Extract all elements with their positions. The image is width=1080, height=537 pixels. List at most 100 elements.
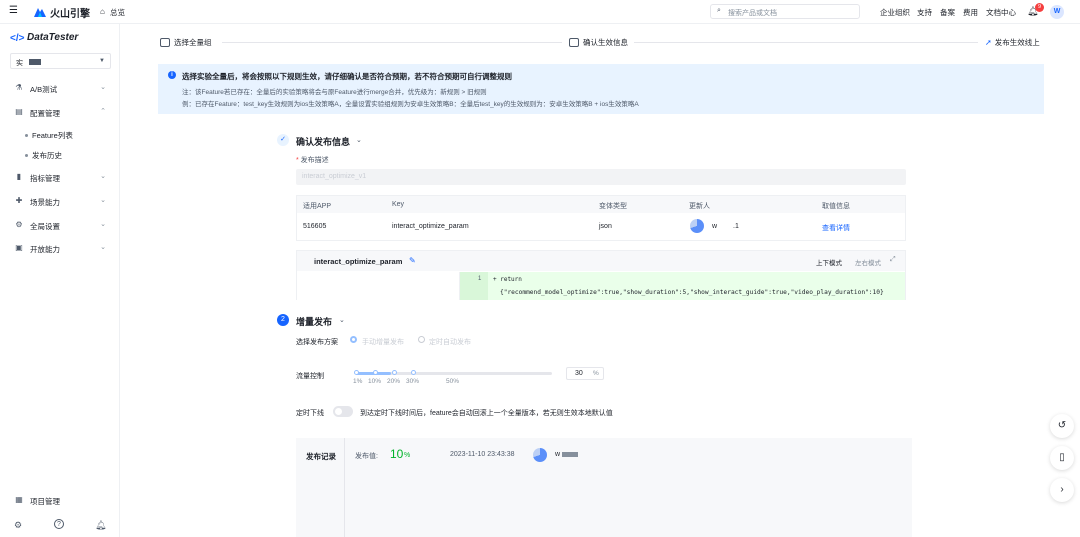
sidebar-item-label: 开放能力 [30,245,60,254]
radio-auto-label: 定时自动发布 [429,339,471,346]
traffic-label: 流量控制 [296,373,324,380]
record-divider [344,438,345,537]
mode-leftright-button[interactable]: 左右模式 [855,257,881,267]
instance-select[interactable]: 实 ▼ [10,53,111,69]
plan-label: 选择发布方案 [296,339,338,346]
chevron-down-icon: ⌄ [100,173,106,180]
chevron-down-icon[interactable]: ⌄ [356,136,362,144]
sidebar-item-label: A/B测试 [30,85,58,94]
traffic-input[interactable]: 30 % [566,367,604,380]
view-details-link[interactable]: 查看详情 [822,223,850,233]
search-placeholder: 搜索产品或文档 [728,10,777,17]
nav-docs[interactable]: 文档中心 [986,7,1016,18]
sidebar-item-label: 项目管理 [30,497,60,506]
sidebar-item-scenarios[interactable]: ✚ 场景能力 ⌄ [14,195,110,209]
radio-auto[interactable] [418,336,425,343]
brand-name[interactable]: 火山引擎 [50,5,90,20]
chevron-down-icon[interactable]: ⌄ [339,316,345,324]
sidebar-item-label: 全局设置 [30,222,60,231]
step-connector [634,42,978,43]
chevron-down-icon: ▼ [99,58,105,64]
step-publish-online: ➚ 发布生效线上 [985,37,1040,48]
nav-org[interactable]: 企业组织 [880,7,910,18]
traffic-value: 30 [575,370,583,377]
top-bar: ☰ 火山引擎 ⌂ 总览 ⌕ 搜索产品或文档 企业组织 支持 备案 费用 文档中心… [0,0,1080,24]
step-number-badge: 2 [277,314,289,326]
book-icon[interactable]: ▯ [1050,446,1074,470]
table-header: 适用APP Key 变体类型 更新人 取值信息 [297,196,905,213]
chevron-down-icon: ⌄ [100,197,106,204]
release-record-panel: 发布记录 发布值: 10 % 2023-11-10 23:43:38 w [296,438,912,537]
sidebar-item-open-api[interactable]: ▣ 开放能力 ⌄ [14,242,110,256]
datatester-logo-icon: </> [10,33,25,44]
step-label: 确认生效信息 [583,38,628,47]
history-icon[interactable]: ↺ [1050,414,1074,438]
tick-label: 10% [368,378,382,385]
user-avatar[interactable]: W [1050,5,1064,19]
chevron-right-icon[interactable]: › [1050,478,1074,502]
code-line-2: {"recommend_model_optimize":true,"show_d… [500,289,884,296]
flask-icon: ⚗ [15,83,23,92]
banner-title: 选择实验全量后，将会按照以下规则生效，请仔细确认是否符合预期，若不符合预期可自行… [182,72,512,81]
search-icon: ⌕ [717,7,721,14]
section-title-confirm: 确认发布信息 [296,137,351,147]
volcano-logo-icon [34,6,46,17]
step-label: 选择全量组 [174,38,212,47]
sidebar-item-label: 场景能力 [30,198,60,207]
sidebar-item-label: 配置管理 [30,109,60,118]
code-old-pane [297,272,460,300]
chevron-up-icon: ⌃ [100,108,106,115]
code-header: interact_optimize_param ✎ 上下模式 左右模式 ⤢ [297,251,905,271]
nav-billing[interactable]: 费用 [963,7,978,18]
info-banner: i 选择实验全量后，将会按照以下规则生效，请仔细确认是否符合预期，若不符合预期可… [158,64,1044,114]
step-select-full-group: 选择全量组 [160,37,212,48]
menu-icon[interactable]: ☰ [9,5,18,16]
expand-icon[interactable]: ⤢ [890,256,896,264]
step-label: 发布生效线上 [994,38,1040,47]
overview-link[interactable]: 总览 [110,7,125,18]
bell-icon[interactable]: 🔔︎ [95,520,106,531]
step-check-icon [160,38,170,47]
tick-label: 50% [446,378,460,385]
sidebar-item-config[interactable]: ▤ 配置管理 ⌃ [14,106,110,120]
puzzle-icon: ✚ [15,196,23,205]
timer-toggle[interactable] [333,406,353,417]
code-diff-box: interact_optimize_param ✎ 上下模式 左右模式 ⤢ 1 … [296,250,906,300]
col-app: 适用APP [303,203,332,210]
cell-user-suffix: .1 [733,223,739,230]
col-type: 变体类型 [599,203,627,210]
nav-support[interactable]: 支持 [917,7,932,18]
help-icon[interactable]: ? [54,519,64,529]
sidebar-item-metrics[interactable]: ▮ 指标管理 ⌄ [14,171,110,185]
tick-label: 30% [406,378,420,385]
sidebar-item-ab-test[interactable]: ⚗ A/B测试 ⌄ [14,82,110,96]
chevron-down-icon: ⌄ [100,244,106,251]
user-redacted [562,452,578,457]
radio-manual[interactable] [350,336,357,343]
cell-app: 516605 [303,223,327,230]
radio-manual-label: 手动增量发布 [362,339,404,346]
nav-filing[interactable]: 备案 [940,7,955,18]
sidebar-item-global-settings[interactable]: ⚙ 全局设置 ⌄ [14,219,110,233]
sidebar-item-project-management[interactable]: ▦ 项目管理 [14,494,110,508]
col-updater: 更新人 [689,203,710,210]
settings-icon[interactable]: ⚙ [14,520,22,531]
rocket-icon: ➚ [985,38,992,47]
slider-mark [373,370,378,375]
cell-type: json [599,223,612,230]
slider-mark [392,370,397,375]
home-icon[interactable]: ⌂ [100,7,105,16]
sidebar-sub-release-history[interactable]: 发布历史 [25,150,62,161]
slider-handle[interactable] [411,370,416,375]
banner-example: 例：已存在Feature：test_key生效规则为ios生效策略A，全量设置实… [182,101,639,108]
edit-icon[interactable]: ✎ [409,256,416,265]
banner-note: 注：该Feature若已存在：全量后的实验策略将会与原Feature进行merg… [182,89,487,96]
info-icon: i [168,71,176,79]
instance-redacted [29,59,41,65]
mode-updown-button[interactable]: 上下模式 [816,257,842,267]
timer-label: 定时下线 [296,410,324,417]
desc-input[interactable]: interact_optimize_v1 [296,169,906,185]
sidebar-sub-feature-list[interactable]: Feature列表 [25,130,73,141]
step-connector [222,42,562,43]
search-input[interactable]: ⌕ 搜索产品或文档 [710,4,860,19]
